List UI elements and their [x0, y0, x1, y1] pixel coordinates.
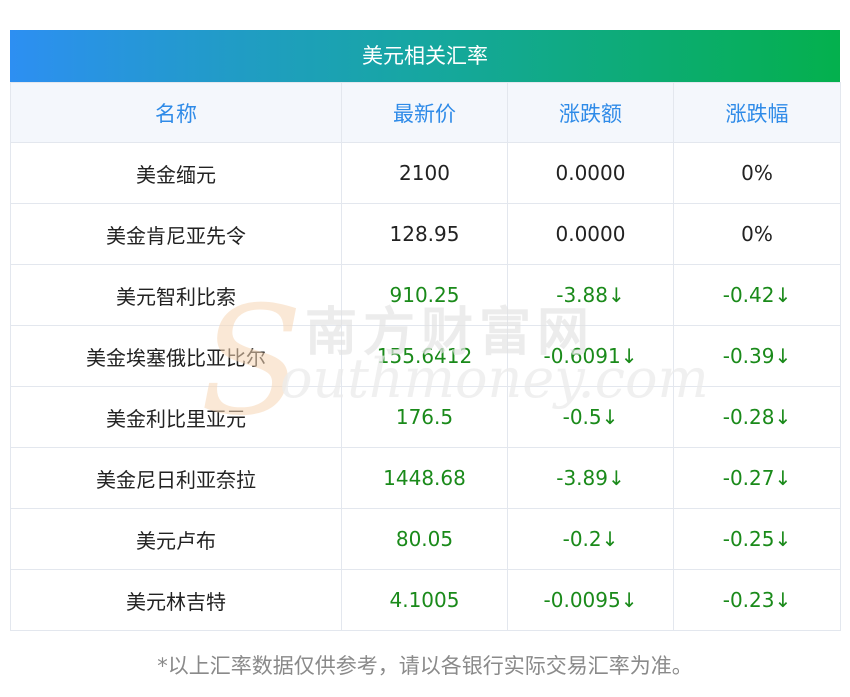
currency-name-cell: 美金缅元: [10, 142, 342, 204]
change-amount-cell: -0.2↓: [507, 508, 674, 570]
column-header-name: 名称: [10, 82, 342, 143]
change-pct-cell: 0%: [673, 142, 841, 204]
table-row: 美金缅元 2100 0.0000 0%: [10, 142, 841, 204]
change-amount-cell: 0.0000: [507, 142, 674, 204]
latest-price-cell: 910.25: [341, 264, 508, 326]
table-row: 美金尼日利亚奈拉 1448.68 -3.89↓ -0.27↓: [10, 447, 841, 509]
column-header-price: 最新价: [341, 82, 508, 143]
change-pct-cell: -0.39↓: [673, 325, 841, 387]
latest-price-cell: 155.6412: [341, 325, 508, 387]
table-row: 美金埃塞俄比亚比尔 155.6412 -0.6091↓ -0.39↓: [10, 325, 841, 387]
currency-name-cell: 美金利比里亚元: [10, 386, 342, 448]
table-row: 美金肯尼亚先令 128.95 0.0000 0%: [10, 203, 841, 265]
latest-price-cell: 80.05: [341, 508, 508, 570]
currency-name-cell: 美元智利比索: [10, 264, 342, 326]
change-amount-cell: -0.5↓: [507, 386, 674, 448]
exchange-rate-table: 名称 最新价 涨跌额 涨跌幅 美金缅元 2100 0.0000 0% 美金肯尼亚先令 12…: [10, 82, 841, 631]
disclaimer-footnote: *以上汇率数据仅供参考，请以各银行实际交易汇率为准。: [157, 654, 693, 678]
latest-price-cell: 2100: [341, 142, 508, 204]
change-pct-cell: 0%: [673, 203, 841, 265]
latest-price-cell: 176.5: [341, 386, 508, 448]
change-amount-cell: -3.88↓: [507, 264, 674, 326]
column-header-change-pct: 涨跌幅: [673, 82, 841, 143]
currency-name-cell: 美金肯尼亚先令: [10, 203, 342, 265]
change-pct-cell: -0.23↓: [673, 569, 841, 631]
table-row: 美元卢布 80.05 -0.2↓ -0.25↓: [10, 508, 841, 570]
latest-price-cell: 128.95: [341, 203, 508, 265]
currency-name-cell: 美金尼日利亚奈拉: [10, 447, 342, 509]
exchange-rate-panel: 美元相关汇率 名称 最新价 涨跌额 涨跌幅 美金缅元 2100 0.0000 0% 美金…: [10, 30, 841, 631]
change-amount-cell: -0.6091↓: [507, 325, 674, 387]
currency-name-cell: 美元卢布: [10, 508, 342, 570]
latest-price-cell: 4.1005: [341, 569, 508, 631]
panel-title: 美元相关汇率: [10, 30, 840, 82]
table-row: 美元智利比索 910.25 -3.88↓ -0.42↓: [10, 264, 841, 326]
column-header-change: 涨跌额: [507, 82, 674, 143]
table-header-row: 名称 最新价 涨跌额 涨跌幅: [10, 82, 841, 143]
table-row: 美元林吉特 4.1005 -0.0095↓ -0.23↓: [10, 569, 841, 631]
change-pct-cell: -0.28↓: [673, 386, 841, 448]
latest-price-cell: 1448.68: [341, 447, 508, 509]
change-amount-cell: -0.0095↓: [507, 569, 674, 631]
change-pct-cell: -0.25↓: [673, 508, 841, 570]
change-amount-cell: 0.0000: [507, 203, 674, 265]
change-pct-cell: -0.42↓: [673, 264, 841, 326]
change-pct-cell: -0.27↓: [673, 447, 841, 509]
currency-name-cell: 美金埃塞俄比亚比尔: [10, 325, 342, 387]
currency-name-cell: 美元林吉特: [10, 569, 342, 631]
table-row: 美金利比里亚元 176.5 -0.5↓ -0.28↓: [10, 386, 841, 448]
change-amount-cell: -3.89↓: [507, 447, 674, 509]
